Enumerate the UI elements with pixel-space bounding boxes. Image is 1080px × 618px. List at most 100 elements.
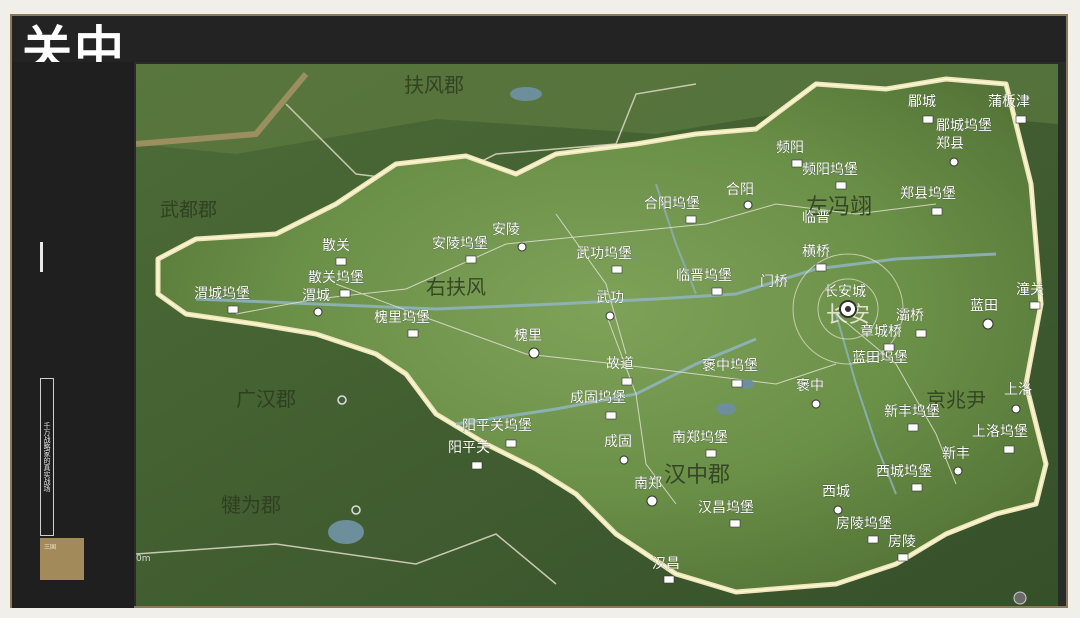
place-label: 西城坞堡 [876, 464, 932, 480]
label-武都郡: 武都郡 [160, 199, 217, 221]
place-label: 西城 [822, 484, 850, 500]
fort-marker-icon[interactable] [605, 411, 617, 420]
fort-marker-icon[interactable] [815, 263, 827, 272]
fort-marker-icon[interactable] [339, 289, 351, 298]
fort-marker-icon[interactable] [1003, 445, 1015, 454]
fort-marker-icon[interactable] [883, 343, 895, 352]
text-cursor-icon [40, 242, 43, 272]
fort-marker-icon[interactable] [1029, 301, 1041, 310]
place-label: 成固坞堡 [570, 390, 626, 406]
capital-marker-center [845, 306, 851, 312]
label-汉中郡: 汉中郡 [664, 463, 730, 488]
place-label: 上洛 [1004, 382, 1032, 398]
fort-marker-icon[interactable] [227, 305, 239, 314]
fort-marker-icon[interactable] [471, 461, 483, 470]
fort-marker-icon[interactable] [663, 575, 675, 584]
left-panel: 千万战略家的真实战场 三国 [12, 62, 134, 608]
fort-marker-icon[interactable] [907, 423, 919, 432]
fort-marker-icon[interactable] [407, 329, 419, 338]
place-label: 散关坞堡 [308, 270, 364, 286]
place-label: 郑县坞堡 [900, 186, 956, 202]
fort-marker-icon[interactable] [1015, 115, 1027, 124]
place-label: 蓝田坞堡 [852, 350, 908, 366]
fort-marker-icon[interactable] [621, 377, 633, 386]
place-label: 新丰坞堡 [884, 404, 940, 420]
fort-marker-icon[interactable] [922, 115, 934, 124]
city-dot-icon[interactable] [743, 200, 753, 210]
place-label: 郿城坞堡 [936, 118, 992, 134]
city-dot-icon[interactable] [313, 307, 323, 317]
label-广汉郡: 广汉郡 [236, 387, 296, 411]
place-label: 频阳坞堡 [802, 162, 858, 178]
place-label: 故道 [606, 356, 634, 372]
place-label: 武功 [596, 290, 624, 306]
place-label: 门桥 [760, 274, 788, 290]
place-label: 新丰 [942, 446, 970, 462]
fort-marker-icon[interactable] [611, 265, 623, 274]
fort-marker-icon[interactable] [867, 535, 879, 544]
fort-marker-icon[interactable] [897, 553, 909, 562]
city-dot-icon[interactable] [833, 505, 843, 515]
city-dot-icon[interactable] [517, 242, 527, 252]
place-label: 长安城 [824, 284, 866, 300]
label-右扶风: 右扶风 [426, 275, 486, 299]
place-label: 临晋 [802, 210, 830, 226]
city-dot-icon[interactable] [646, 495, 658, 507]
place-label: 郑县 [936, 136, 964, 152]
place-label: 合阳坞堡 [644, 196, 700, 212]
fort-marker-icon[interactable] [685, 215, 697, 224]
place-label: 槐里坞堡 [374, 310, 430, 326]
place-label: 散关 [322, 238, 350, 254]
fort-marker-icon[interactable] [711, 287, 723, 296]
fort-marker-icon[interactable] [335, 257, 347, 266]
fort-marker-icon[interactable] [911, 483, 923, 492]
brand-badge-label: 三国 [44, 544, 57, 551]
place-label: 蓝田 [970, 298, 998, 314]
city-dot-icon[interactable] [605, 311, 615, 321]
place-label: 汉昌 [652, 556, 680, 572]
fort-marker-icon[interactable] [465, 255, 477, 264]
place-label: 南郑 [634, 476, 662, 492]
top-bar: 关中 [12, 16, 1066, 78]
scale-label: 0m [136, 554, 151, 564]
place-label: 渭城 [302, 288, 330, 304]
place-label: 成固 [604, 434, 632, 450]
place-label: 南郑坞堡 [672, 430, 728, 446]
place-label: 临晋坞堡 [676, 268, 732, 284]
fort-marker-icon[interactable] [729, 519, 741, 528]
place-label: 蒲板津 [988, 94, 1030, 110]
app-frame: 关中 千万战略家的真实战场 三国 扶风郡 武都郡 右扶风 左冯翊 京兆尹 广汉郡… [10, 14, 1068, 608]
fort-marker-icon[interactable] [931, 207, 943, 216]
fort-marker-icon[interactable] [705, 449, 717, 458]
brand-badge[interactable]: 三国 [40, 538, 84, 580]
fort-marker-icon[interactable] [791, 159, 803, 168]
map-control-icon[interactable] [1013, 591, 1027, 605]
fort-marker-icon[interactable] [835, 181, 847, 190]
place-label: 渭城坞堡 [194, 286, 250, 302]
fort-marker-icon[interactable] [731, 379, 743, 388]
place-label: 安陵坞堡 [432, 236, 488, 252]
slogan-box: 千万战略家的真实战场 [40, 378, 54, 536]
place-label: 频阳 [776, 140, 804, 156]
place-label: 汉昌坞堡 [698, 500, 754, 516]
label-扶风郡: 扶风郡 [404, 73, 464, 97]
city-dot-icon[interactable] [1011, 404, 1021, 414]
place-label: 横桥 [802, 244, 830, 260]
city-dot-icon[interactable] [982, 318, 994, 330]
city-dot-icon[interactable] [811, 399, 821, 409]
place-label: 潼关 [1016, 281, 1044, 298]
place-label: 章城桥 [860, 323, 902, 340]
lake [716, 403, 736, 415]
map-view[interactable]: 扶风郡 武都郡 右扶风 左冯翊 京兆尹 广汉郡 汉中郡 犍为郡 长安 郿城 蒲板… [136, 64, 1058, 606]
city-dot-icon[interactable] [619, 455, 629, 465]
place-label: 武功坞堡 [576, 246, 632, 262]
place-label: 安陵 [492, 222, 520, 238]
terrain-map[interactable]: 扶风郡 武都郡 右扶风 左冯翊 京兆尹 广汉郡 汉中郡 犍为郡 长安 郿城 蒲板… [136, 64, 1058, 606]
city-dot-icon[interactable] [528, 347, 540, 359]
fort-marker-icon[interactable] [915, 329, 927, 338]
place-label: 阳平关 [448, 440, 490, 456]
fort-marker-icon[interactable] [505, 439, 517, 448]
city-dot-icon[interactable] [949, 157, 959, 167]
city-dot-icon[interactable] [953, 466, 963, 476]
place-label: 褒中坞堡 [702, 358, 758, 374]
